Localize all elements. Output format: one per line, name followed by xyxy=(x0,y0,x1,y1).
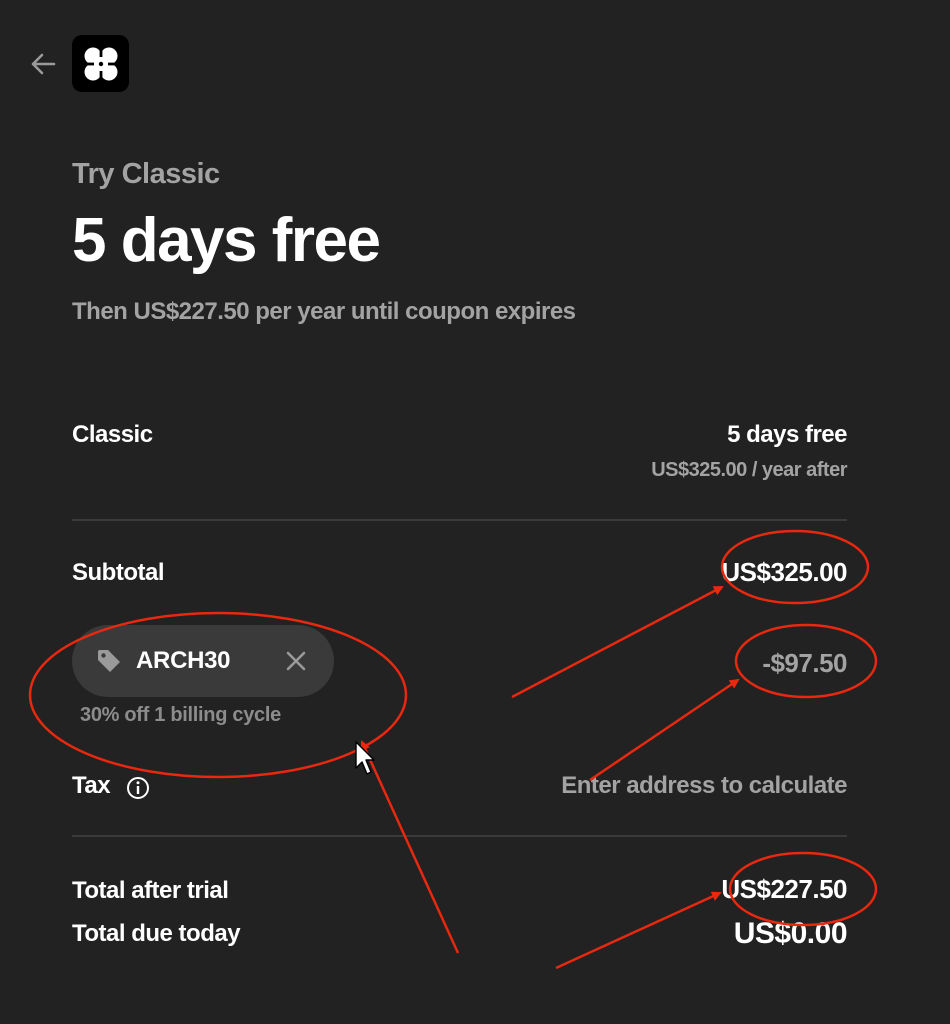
total-due-today-label: Total due today xyxy=(72,920,241,947)
annotation-arrow xyxy=(555,891,722,970)
line-item-price-note: US$325.00 / year after xyxy=(651,459,847,481)
page-title: 5 days free xyxy=(72,206,381,275)
total-due-today-value: US$0.00 xyxy=(733,917,848,950)
annotation-overlay xyxy=(28,529,878,970)
plan-eyebrow: Try Classic xyxy=(72,158,220,190)
coupon-chip: ARCH30 xyxy=(72,625,334,697)
line-item-name: Classic xyxy=(72,421,153,448)
checkout-page: Try Classic 5 days free Then US$227.50 p… xyxy=(0,0,950,1024)
total-after-trial-label: Total after trial xyxy=(72,877,229,904)
tax-value: Enter address to calculate xyxy=(561,772,847,799)
back-arrow-icon[interactable] xyxy=(28,50,58,78)
annotation-arrow xyxy=(589,678,740,782)
divider xyxy=(72,519,847,521)
tax-label: Tax xyxy=(72,772,111,799)
coupon-description: 30% off 1 billing cycle xyxy=(80,704,281,726)
coupon-code: ARCH30 xyxy=(136,647,231,674)
annotation-arrow xyxy=(511,585,724,699)
info-icon[interactable] xyxy=(126,776,150,800)
four-petal-logo-icon xyxy=(83,46,118,81)
divider xyxy=(72,835,847,837)
mouse-cursor-icon xyxy=(355,741,375,775)
line-item-price: 5 days free xyxy=(727,421,847,448)
remove-coupon-close-icon[interactable] xyxy=(284,649,308,673)
coupon-discount: -$97.50 xyxy=(762,648,847,678)
subtotal-label: Subtotal xyxy=(72,559,165,586)
total-after-trial-value: US$227.50 xyxy=(721,874,847,904)
subtotal-value: US$325.00 xyxy=(721,557,847,587)
tag-icon xyxy=(98,650,120,672)
plan-subline: Then US$227.50 per year until coupon exp… xyxy=(72,298,576,325)
annotation-arrow xyxy=(360,740,460,954)
app-logo xyxy=(72,35,129,92)
